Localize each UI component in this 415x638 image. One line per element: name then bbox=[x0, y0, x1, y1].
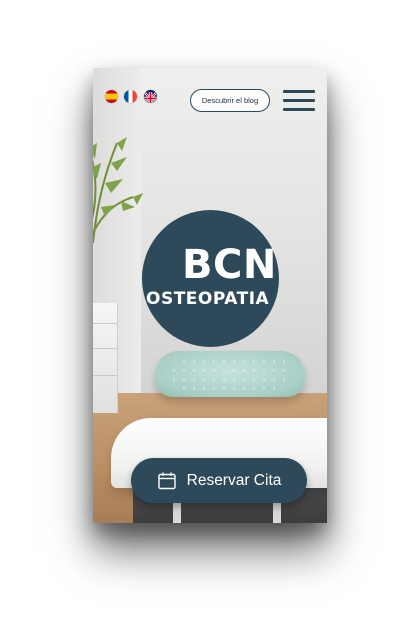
uk-flag-icon[interactable] bbox=[144, 90, 157, 103]
logo-main-text: BCN bbox=[182, 242, 277, 288]
shelf bbox=[93, 303, 118, 413]
hamburger-menu-icon[interactable] bbox=[283, 90, 315, 112]
reserve-appointment-button[interactable]: Reservar Cita bbox=[131, 458, 307, 503]
pillow bbox=[155, 351, 305, 397]
france-flag-icon[interactable] bbox=[124, 90, 137, 103]
phone-screen: BCN OSTEOPATIA Descubrir el blog Reserva… bbox=[93, 68, 327, 523]
spain-flag-icon[interactable] bbox=[105, 90, 118, 103]
reserve-button-label: Reservar Cita bbox=[186, 471, 282, 489]
logo-subtitle: OSTEOPATIA bbox=[146, 289, 270, 309]
blog-button[interactable]: Descubrir el blog bbox=[190, 89, 270, 112]
calendar-icon bbox=[157, 472, 176, 489]
palm-plant-image bbox=[93, 137, 143, 244]
